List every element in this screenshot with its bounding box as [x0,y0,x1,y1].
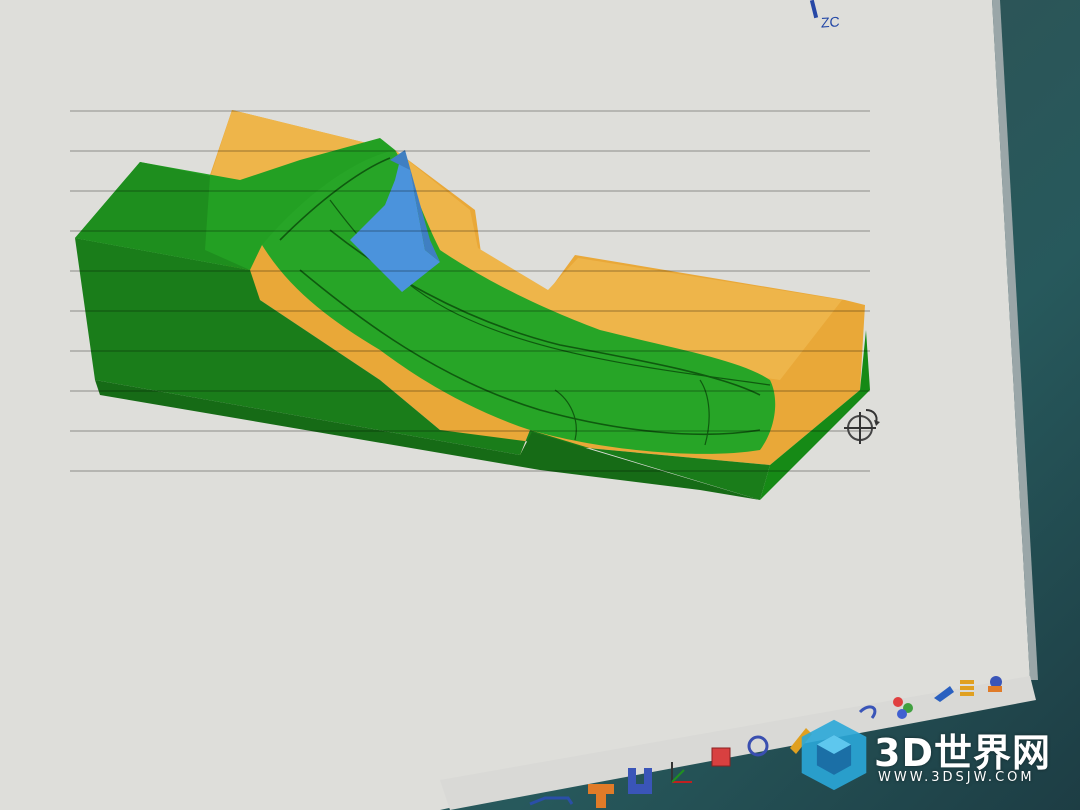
cube-logo-icon [801,719,867,791]
sketch-icon[interactable] [529,796,574,806]
circle-icon[interactable] [747,735,769,757]
mold-part-3d-model[interactable] [70,110,870,500]
extrude-icon[interactable] [588,784,614,808]
settings-icon[interactable] [988,676,1002,692]
coordinate-system-icon[interactable] [671,762,692,783]
rotate-cursor-icon [844,409,880,444]
site-watermark: 3D世界网 WWW.3DSJW.COM [796,714,1066,798]
bend-icon[interactable] [934,686,954,702]
watermark-brand: 3D世界网 [874,731,1051,775]
pocket-icon[interactable] [628,768,652,794]
watermark-url: WWW.3DSJW.COM [878,770,1035,785]
box-icon[interactable] [711,747,731,767]
layer-icon[interactable] [960,680,974,696]
axis-label: ZC [821,13,840,31]
